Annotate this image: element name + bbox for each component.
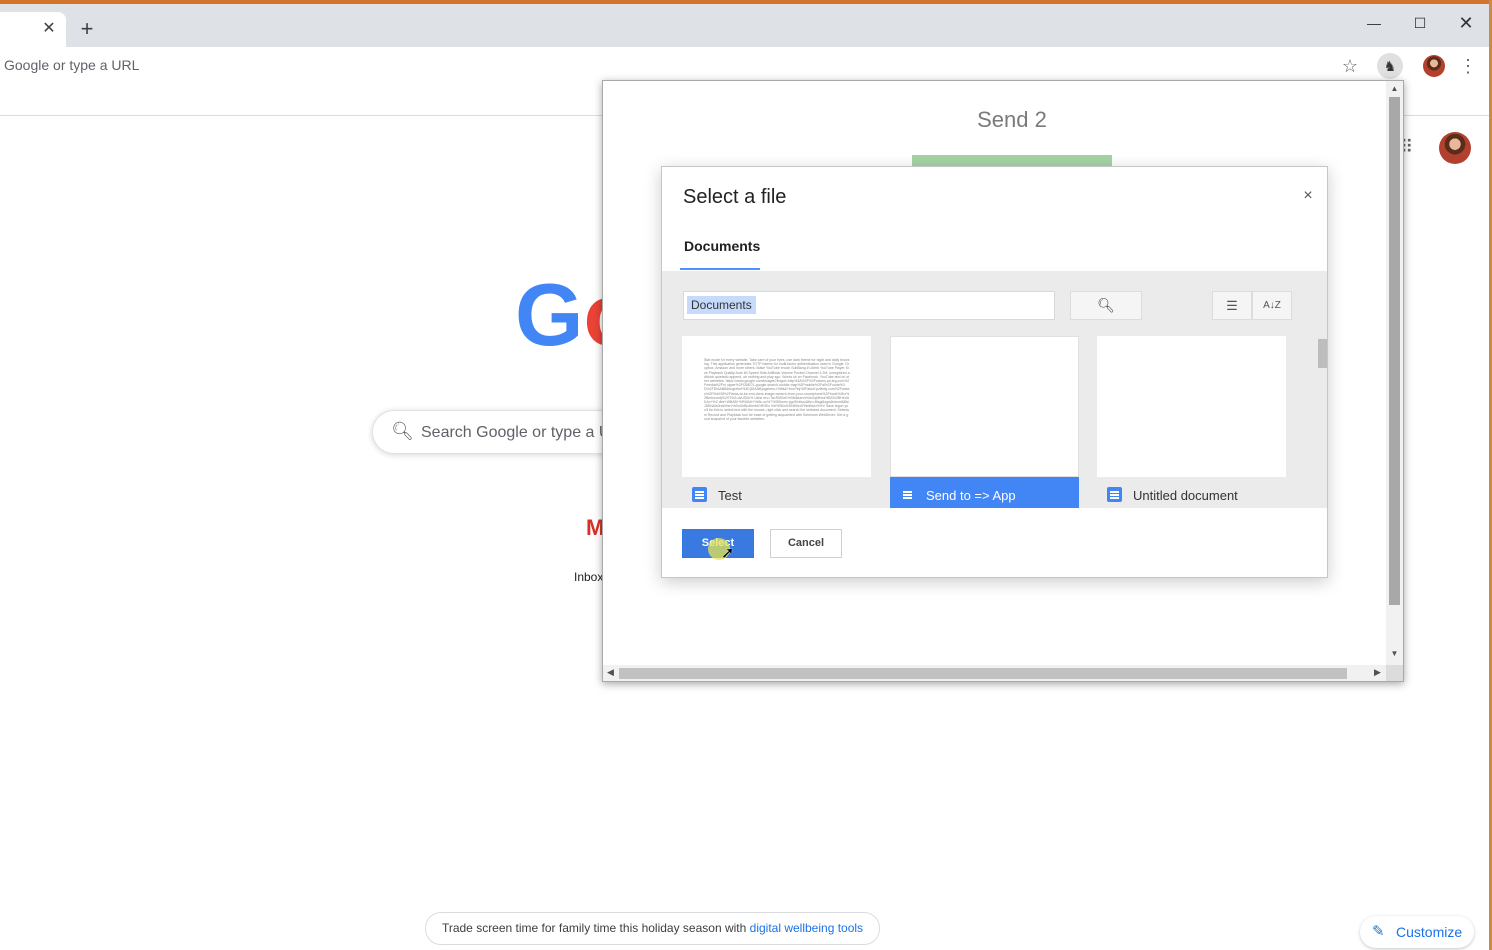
pencil-icon: ✎ — [1372, 923, 1385, 940]
file-card[interactable]: Untitled document — [1097, 336, 1286, 508]
search-chip[interactable]: Documents — [687, 296, 756, 314]
close-icon[interactable]: × — [1300, 187, 1316, 204]
tab-underline — [680, 268, 760, 270]
popup-horizontal-thumb[interactable] — [619, 668, 1347, 679]
search-icon: 🔍︎ — [391, 421, 414, 441]
google-doc-icon — [1107, 487, 1122, 502]
omnibox[interactable]: Google or type a URL — [4, 57, 139, 73]
shortcut-label[interactable]: Inbox — [574, 570, 603, 584]
picker-search-input[interactable]: Documents — [683, 291, 1055, 320]
menu-icon[interactable]: ⋮ — [1455, 53, 1481, 79]
close-window-button[interactable]: ✕ — [1443, 8, 1489, 38]
popup-horizontal-scrollbar[interactable]: ◀ ▶ — [603, 665, 1386, 681]
scroll-left-icon[interactable]: ◀ — [607, 667, 614, 678]
mouse-pointer-icon: ➚ — [721, 545, 735, 562]
extension-icon[interactable]: ♞ — [1377, 53, 1403, 79]
file-thumbnail: Stat mode for every website. Take care o… — [682, 336, 871, 477]
file-card-selected[interactable]: Send to => App — [890, 336, 1079, 508]
google-doc-icon — [692, 487, 707, 502]
sort-az-icon: A↓Z — [1263, 300, 1281, 311]
file-footer: Untitled document — [1097, 477, 1286, 508]
picker-title: Select a file — [683, 186, 787, 208]
scrollbar-corner — [1386, 665, 1403, 681]
file-card[interactable]: Stat mode for every website. Take care o… — [682, 336, 871, 508]
minimize-button[interactable]: — — [1351, 8, 1397, 38]
promo-banner: Trade screen time for family time this h… — [425, 912, 880, 945]
search-button[interactable]: 🔍︎ — [1070, 291, 1142, 320]
popup-title: Send 2 — [977, 107, 1047, 132]
file-name: Untitled document — [1133, 488, 1238, 503]
file-footer: Test — [682, 477, 871, 508]
scroll-right-icon[interactable]: ▶ — [1374, 667, 1381, 678]
popup-vertical-thumb[interactable] — [1389, 97, 1400, 605]
star-icon[interactable]: ☆ — [1337, 53, 1363, 79]
list-view-icon: ☰ — [1226, 298, 1238, 313]
popup-vertical-scrollbar[interactable]: ▲ ▼ — [1386, 81, 1403, 665]
picker-body: Documents 🔍︎ ☰ A↓Z Stat mode for every w… — [662, 271, 1327, 508]
customize-label: Customize — [1396, 924, 1463, 940]
promo-link[interactable]: digital wellbeing tools — [750, 921, 863, 935]
file-picker-dialog: Select a file × Documents Documents 🔍︎ ☰… — [661, 166, 1328, 578]
file-thumbnail — [1097, 336, 1286, 477]
file-name: Test — [718, 488, 742, 503]
file-preview-text: Stat mode for every website. Take care o… — [704, 358, 850, 421]
ntp-avatar[interactable] — [1439, 132, 1471, 164]
google-doc-icon — [900, 487, 915, 502]
file-footer: Send to => App — [890, 477, 1079, 508]
logo-letter-g: G — [515, 265, 584, 364]
tab-documents[interactable]: Documents — [684, 238, 760, 254]
file-thumbnail — [890, 336, 1079, 477]
search-icon: 🔍︎ — [1097, 297, 1115, 313]
new-tab-button[interactable]: + — [76, 18, 98, 41]
scroll-down-icon[interactable]: ▼ — [1389, 649, 1400, 658]
list-view-button[interactable]: ☰ — [1212, 291, 1252, 320]
profile-icon[interactable] — [1423, 55, 1445, 77]
sort-button[interactable]: A↓Z — [1252, 291, 1292, 320]
maximize-button[interactable]: ☐ — [1397, 8, 1443, 38]
promo-text: Trade screen time for family time this h… — [441, 921, 750, 935]
picker-scrollbar-thumb[interactable] — [1318, 339, 1327, 368]
cancel-button[interactable]: Cancel — [770, 529, 842, 558]
file-name: Send to => App — [926, 488, 1016, 503]
ntp-search-placeholder: Search Google or type a URL — [421, 424, 631, 441]
customize-button[interactable]: ✎ Customize — [1360, 916, 1474, 948]
tab-strip: ✕ + — ☐ ✕ — [0, 4, 1489, 47]
browser-tab[interactable]: ✕ — [0, 12, 66, 47]
tab-close-icon[interactable]: ✕ — [40, 20, 58, 38]
scroll-up-icon[interactable]: ▲ — [1389, 84, 1400, 93]
extension-popup: Send 2 Select a file × Documents Documen… — [602, 80, 1404, 682]
